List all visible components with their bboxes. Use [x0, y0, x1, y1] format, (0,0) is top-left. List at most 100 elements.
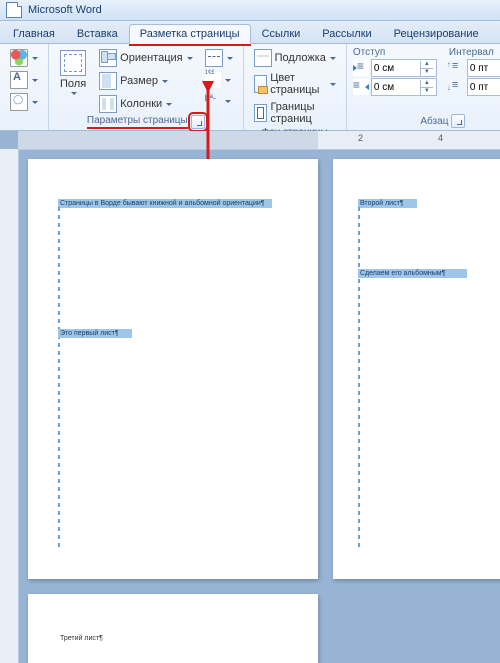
highlighted-text[interactable]: Это первый лист¶	[58, 329, 132, 338]
spacing-heading: Интервал	[449, 47, 500, 58]
document-icon	[6, 2, 22, 18]
chevron-down-icon	[225, 100, 231, 103]
tab-review[interactable]: Рецензирование	[383, 24, 490, 43]
group-paragraph-label: Абзац	[353, 114, 500, 128]
page-text[interactable]: Третий лист¶	[58, 634, 117, 643]
page-setup-label-text: Параметры страницы	[87, 115, 188, 129]
highlighted-text[interactable]: Второй лист¶	[358, 199, 417, 208]
line-numbers-icon	[205, 72, 221, 88]
chevron-down-icon	[32, 79, 38, 82]
paragraph-dialog-launcher[interactable]	[451, 114, 465, 128]
page-setup-dialog-launcher[interactable]	[191, 115, 205, 129]
chevron-down-icon	[330, 83, 336, 86]
colors-icon	[10, 49, 28, 67]
spin-down[interactable]: ▼	[421, 69, 433, 76]
group-themes	[0, 44, 49, 130]
tab-insert[interactable]: Вставка	[66, 24, 129, 43]
chevron-down-icon	[330, 57, 336, 60]
highlighted-text[interactable]: Страницы в Ворде бывают книжной и альбом…	[58, 199, 272, 208]
indent-left-input[interactable]	[372, 63, 420, 74]
ribbon: Поля Ориентация Размер Колонки Параметры…	[0, 44, 500, 131]
indent-column: Отступ ▲▼ ▲▼	[353, 47, 437, 96]
chevron-down-icon	[225, 79, 231, 82]
spin-down[interactable]: ▼	[421, 88, 433, 95]
group-page-background: Подложка Цвет страницы Границы страниц Ф…	[244, 44, 347, 130]
tab-page-layout[interactable]: Разметка страницы	[129, 24, 251, 44]
page-color-button[interactable]: Цвет страницы	[250, 70, 340, 98]
indent-right-input[interactable]	[372, 82, 420, 93]
page-3[interactable]: Третий лист¶	[28, 594, 318, 663]
text-cursor-column	[358, 207, 360, 549]
space-before-icon	[449, 60, 465, 76]
margins-icon	[60, 50, 86, 76]
chevron-down-icon	[187, 57, 193, 60]
horizontal-ruler[interactable]: 2 4	[18, 131, 500, 150]
size-button[interactable]: Размер	[95, 70, 196, 92]
hyphenation-icon	[205, 93, 221, 109]
ruler-tick: 4	[438, 133, 443, 143]
indent-heading: Отступ	[353, 47, 437, 58]
document-workspace: 2 4 Страницы в Ворде бывают книжной и ал…	[0, 131, 500, 663]
orientation-button[interactable]: Ориентация	[95, 47, 196, 69]
hyphenation-button[interactable]	[201, 91, 237, 111]
themes-effects-button[interactable]	[6, 91, 42, 113]
paragraph-label-text: Абзац	[420, 116, 448, 127]
size-label: Размер	[120, 75, 158, 87]
themes-fonts-button[interactable]	[6, 69, 42, 91]
indent-left-icon	[353, 60, 369, 76]
space-after-input[interactable]	[468, 82, 500, 93]
columns-label: Колонки	[120, 98, 162, 110]
chevron-down-icon	[227, 57, 233, 60]
page-color-label: Цвет страницы	[270, 72, 326, 96]
columns-button[interactable]: Колонки	[95, 93, 196, 115]
breaks-button[interactable]	[201, 47, 237, 69]
indent-left-spinner[interactable]: ▲▼	[371, 59, 437, 77]
spin-up[interactable]: ▲	[421, 80, 433, 88]
page-borders-label: Границы страниц	[270, 101, 335, 125]
orientation-icon	[99, 49, 117, 67]
breaks-icon	[205, 49, 223, 67]
line-numbers-button[interactable]	[201, 70, 237, 90]
size-icon	[99, 72, 117, 90]
watermark-icon	[254, 49, 272, 67]
group-paragraph: Отступ ▲▼ ▲▼ Интервал	[347, 44, 500, 130]
font-icon	[10, 71, 28, 89]
vertical-ruler[interactable]	[0, 149, 19, 663]
space-after-icon	[449, 79, 465, 95]
group-page-setup: Поля Ориентация Размер Колонки Параметры…	[49, 44, 244, 130]
tab-mailings[interactable]: Рассылки	[311, 24, 382, 43]
space-before-input[interactable]	[468, 63, 500, 74]
page-color-icon	[254, 75, 268, 93]
chevron-down-icon	[162, 80, 168, 83]
chevron-down-icon	[71, 92, 77, 95]
page-borders-icon	[254, 104, 268, 122]
ruler-tick: 2	[358, 133, 363, 143]
tab-home[interactable]: Главная	[2, 24, 66, 43]
themes-colors-button[interactable]	[6, 47, 42, 69]
page-2[interactable]: Второй лист¶ Сделаем его альбомным¶	[333, 159, 500, 579]
space-before-spinner[interactable]: ▲▼	[467, 59, 500, 77]
tab-references[interactable]: Ссылки	[251, 24, 312, 43]
highlighted-text[interactable]: Сделаем его альбомным¶	[358, 269, 467, 278]
text-cursor-column	[58, 207, 60, 549]
margins-label: Поля	[60, 78, 86, 90]
space-after-spinner[interactable]: ▲▼	[467, 78, 500, 96]
margins-button[interactable]: Поля	[55, 47, 91, 115]
indent-right-spinner[interactable]: ▲▼	[371, 78, 437, 96]
chevron-down-icon	[32, 101, 38, 104]
spin-up[interactable]: ▲	[421, 61, 433, 69]
orientation-label: Ориентация	[120, 52, 182, 64]
spacing-column: Интервал ▲▼ ▲▼	[449, 47, 500, 96]
chevron-down-icon	[32, 57, 38, 60]
group-page-setup-label: Параметры страницы	[55, 115, 237, 129]
watermark-button[interactable]: Подложка	[250, 47, 340, 69]
app-title: Microsoft Word	[28, 4, 102, 16]
watermark-label: Подложка	[275, 52, 326, 64]
effects-icon	[10, 93, 28, 111]
indent-right-icon	[353, 79, 369, 95]
chevron-down-icon	[166, 103, 172, 106]
columns-icon	[99, 95, 117, 113]
page-borders-button[interactable]: Границы страниц	[250, 99, 340, 127]
pages-container[interactable]: Страницы в Ворде бывают книжной и альбом…	[18, 149, 500, 663]
page-1[interactable]: Страницы в Ворде бывают книжной и альбом…	[28, 159, 318, 579]
